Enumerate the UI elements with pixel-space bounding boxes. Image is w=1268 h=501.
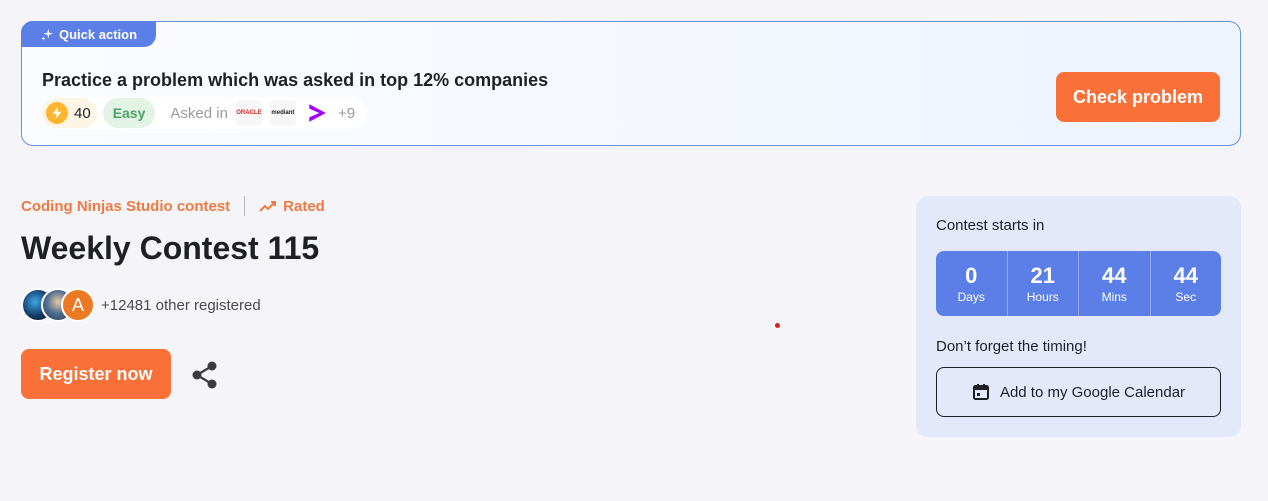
contest-category[interactable]: Coding Ninjas Studio contest [21,198,230,215]
sparkle-icon [41,28,54,41]
points-badge: 40 [42,98,97,128]
countdown-days: 0 Days [936,251,1008,316]
countdown-unit: Days [957,289,985,304]
add-to-calendar-button[interactable]: Add to my Google Calendar [936,367,1221,417]
more-companies-count: +9 [337,104,356,122]
quick-action-banner: Quick action Practice a problem which wa… [21,21,1241,146]
reminder-text: Don’t forget the timing! [936,338,1087,355]
red-dot [775,323,780,328]
lightning-icon [46,102,68,124]
quick-action-tag: Quick action [21,21,156,47]
countdown-secs: 44 Sec [1151,251,1222,316]
trending-up-icon [259,201,277,212]
countdown-unit: Sec [1175,289,1197,304]
countdown-value: 44 [1102,262,1127,288]
countdown-value: 44 [1173,262,1198,288]
add-to-calendar-label: Add to my Google Calendar [999,383,1186,401]
medianet-logo: mediant [269,100,296,126]
registered-count: +12481 other registered [101,296,261,314]
rated-badge: Rated [259,198,325,215]
countdown-mins: 44 Mins [1079,251,1151,316]
divider [244,196,246,216]
countdown-unit: Hours [1026,289,1059,304]
quick-action-tag-label: Quick action [59,26,138,42]
countdown-hours: 21 Hours [1008,251,1079,316]
problem-meta: 40 Easy Asked in ORACLE mediant +9 [42,97,368,129]
quick-action-title: Practice a problem which was asked in to… [42,70,549,90]
rated-label: Rated [283,197,325,215]
countdown-card: Contest starts in 0 Days 21 Hours 44 Min… [916,196,1241,437]
contest-breadcrumb: Coding Ninjas Studio contest Rated [21,194,325,218]
register-now-button[interactable]: Register now [21,349,171,399]
countdown-unit: Mins [1101,289,1127,304]
share-icon[interactable] [190,360,220,390]
countdown-heading: Contest starts in [936,217,1045,234]
avatar: A [61,288,95,322]
contest-title: Weekly Contest 115 [21,230,320,266]
oracle-logo: ORACLE [235,100,262,126]
countdown-value: 21 [1030,262,1055,288]
countdown-value: 0 [965,262,978,288]
countdown-timer: 0 Days 21 Hours 44 Mins 44 Sec [936,251,1221,316]
accenture-logo [304,100,330,126]
calendar-icon [972,384,989,400]
asked-in-label: Asked in [170,104,228,122]
points-value: 40 [74,104,91,122]
check-problem-button[interactable]: Check problem [1056,72,1220,122]
registered-users: A +12481 other registered [21,287,261,323]
difficulty-badge: Easy [102,98,156,128]
